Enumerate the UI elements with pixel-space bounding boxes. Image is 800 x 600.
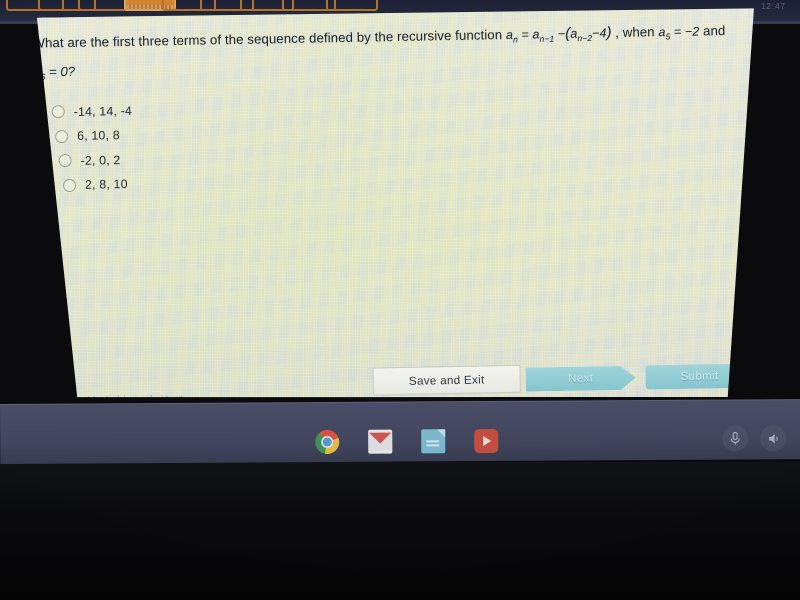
condition-a5: a5 = −2 [658,24,700,42]
radio-icon[interactable] [55,130,68,143]
recursive-formula: an = an−1 −(an−2−4) [505,24,612,45]
docs-icon[interactable] [421,429,446,454]
radio-icon[interactable] [59,154,72,167]
taskbar [0,399,800,464]
browser-tab[interactable] [326,0,378,11]
volume-icon[interactable] [760,425,787,452]
condition-and: and [702,22,726,39]
save-and-exit-button[interactable]: Save and Exit [372,365,520,396]
radio-icon[interactable] [52,105,65,118]
screen-area: What are the first three terms of the se… [0,18,800,418]
desk-shadow [0,462,800,600]
chrome-icon[interactable] [315,429,340,455]
quiz-footer: Mark this and return Save and Exit Next … [20,350,761,404]
app-dock [315,428,499,455]
option-label: 6, 10, 8 [77,128,120,143]
clock-text: 12:47 [760,2,786,11]
option-label: 2, 8, 10 [84,177,128,192]
browser-tab[interactable] [78,0,130,11]
next-button[interactable]: Next [525,366,635,392]
question-prefix: What are the first three terms of the se… [32,27,503,51]
radio-icon[interactable] [63,178,76,191]
quiz-page: What are the first three terms of the se… [14,4,761,409]
question-text: What are the first three terms of the se… [32,19,732,55]
microphone-icon[interactable] [722,425,749,452]
condition-a6: a6 = 0? [32,63,76,82]
submit-button[interactable]: Submit [645,364,753,390]
monitor-photo: 12:47 What are the first three terms of … [0,0,800,600]
youtube-icon[interactable] [474,428,499,454]
answer-options: -14, 14, -4 6, 10, 8 -2, 0, 2 2, 8, 10 [52,87,736,197]
gmail-icon[interactable] [368,429,393,454]
option-label: -2, 0, 2 [80,152,121,168]
system-tray [722,425,787,452]
option-label: -14, 14, -4 [73,103,133,119]
condition-lead: , when [615,24,655,40]
